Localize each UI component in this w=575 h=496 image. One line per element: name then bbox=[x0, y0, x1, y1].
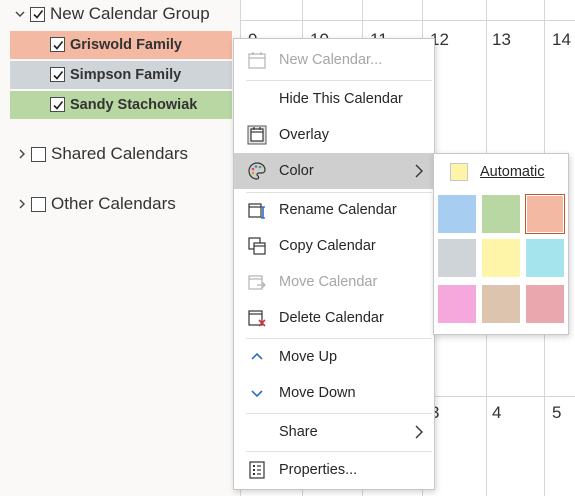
color-swatch-orange[interactable] bbox=[525, 194, 565, 234]
group-checkbox[interactable] bbox=[30, 6, 45, 22]
menu-item-label: Delete Calendar bbox=[279, 310, 384, 326]
menu-item-properties[interactable]: Properties... bbox=[234, 452, 434, 488]
delete-icon bbox=[247, 308, 267, 328]
automatic-color-option[interactable]: Automatic bbox=[434, 154, 568, 190]
menu-item-label: Move Calendar bbox=[279, 274, 378, 290]
color-swatch-green[interactable] bbox=[481, 194, 521, 234]
calendar-label: Griswold Family bbox=[70, 37, 182, 53]
calendar-label: Sandy Stachowiak bbox=[70, 97, 198, 113]
calendar-context-menu: New Calendar... Hide This Calendar Overl… bbox=[233, 38, 435, 490]
color-swatch-tan[interactable] bbox=[481, 284, 521, 324]
calendar-group-row[interactable]: New Calendar Group bbox=[13, 0, 210, 28]
chevron-right-icon bbox=[414, 425, 424, 439]
menu-item-move-down[interactable]: Move Down bbox=[234, 375, 434, 411]
calendar-checkbox[interactable] bbox=[50, 67, 65, 82]
calendar-item-simpson-family[interactable]: Simpson Family bbox=[10, 61, 232, 89]
menu-item-label: Overlay bbox=[279, 127, 329, 143]
chevron-down-icon bbox=[247, 383, 267, 403]
menu-item-label: Hide This Calendar bbox=[279, 91, 403, 107]
new-calendar-icon bbox=[247, 50, 267, 70]
color-submenu: Automatic bbox=[433, 153, 569, 335]
overlay-icon bbox=[247, 125, 267, 145]
color-swatch-gray[interactable] bbox=[437, 238, 477, 278]
menu-item-new-calendar[interactable]: New Calendar... bbox=[234, 42, 434, 78]
menu-item-label: Share bbox=[279, 424, 318, 440]
color-swatch-red[interactable] bbox=[525, 284, 565, 324]
palette-icon bbox=[247, 161, 267, 181]
menu-item-copy-calendar[interactable]: Copy Calendar bbox=[234, 228, 434, 264]
calendar-checkbox[interactable] bbox=[50, 37, 65, 52]
menu-item-label: Properties... bbox=[279, 462, 358, 478]
properties-icon bbox=[247, 460, 267, 480]
menu-item-label: Copy Calendar bbox=[279, 238, 376, 254]
calendar-group-label: New Calendar Group bbox=[50, 4, 210, 23]
calendar-folder-pane: New Calendar Group Griswold Family Simps… bbox=[0, 0, 240, 496]
calendar-item-griswold-family[interactable]: Griswold Family bbox=[10, 31, 232, 59]
menu-item-hide-this-calendar[interactable]: Hide This Calendar bbox=[234, 81, 434, 117]
menu-item-move-calendar[interactable]: Move Calendar bbox=[234, 264, 434, 300]
grid-line bbox=[240, 20, 575, 21]
color-swatch-teal[interactable] bbox=[525, 238, 565, 278]
color-swatch-yellow[interactable] bbox=[481, 238, 521, 278]
other-calendars-row[interactable]: Other Calendars bbox=[15, 190, 176, 218]
chevron-right-icon bbox=[414, 164, 424, 178]
rename-icon bbox=[247, 200, 267, 220]
shared-calendars-label: Shared Calendars bbox=[51, 144, 189, 163]
date-cell-number[interactable]: 13 bbox=[492, 30, 511, 50]
date-cell-number[interactable]: 14 bbox=[552, 30, 571, 50]
color-swatch-pink[interactable] bbox=[437, 284, 477, 324]
date-cell-number[interactable]: 5 bbox=[552, 403, 561, 423]
menu-item-move-up[interactable]: Move Up bbox=[234, 339, 434, 375]
shared-calendars-row[interactable]: Shared Calendars bbox=[15, 140, 188, 168]
calendar-item-sandy-stachowiak[interactable]: Sandy Stachowiak bbox=[10, 91, 232, 119]
menu-item-label: Move Down bbox=[279, 385, 356, 401]
menu-item-rename-calendar[interactable]: Rename Calendar bbox=[234, 192, 434, 228]
copy-icon bbox=[247, 236, 267, 256]
calendar-checkbox[interactable] bbox=[50, 97, 65, 112]
menu-item-overlay[interactable]: Overlay bbox=[234, 117, 434, 153]
menu-item-share[interactable]: Share bbox=[234, 414, 434, 450]
calendar-label: Simpson Family bbox=[70, 67, 182, 83]
chevron-right-icon[interactable] bbox=[15, 147, 29, 161]
date-cell-number[interactable]: 4 bbox=[492, 403, 501, 423]
other-calendars-checkbox[interactable] bbox=[31, 196, 46, 212]
menu-item-label: New Calendar... bbox=[279, 52, 383, 68]
menu-item-label: Move Up bbox=[279, 349, 338, 365]
chevron-up-icon bbox=[247, 347, 267, 367]
automatic-color-label: Automatic bbox=[480, 164, 545, 180]
menu-item-color[interactable]: Color bbox=[234, 153, 434, 189]
chevron-right-icon[interactable] bbox=[15, 197, 29, 211]
color-swatch-blue[interactable] bbox=[437, 194, 477, 234]
other-calendars-label: Other Calendars bbox=[51, 194, 176, 213]
menu-item-label: Rename Calendar bbox=[279, 202, 397, 218]
chevron-down-icon[interactable] bbox=[13, 7, 27, 21]
menu-item-delete-calendar[interactable]: Delete Calendar bbox=[234, 300, 434, 336]
move-icon bbox=[247, 272, 267, 292]
automatic-color-swatch bbox=[450, 163, 468, 181]
menu-item-label: Color bbox=[279, 163, 314, 179]
shared-calendars-checkbox[interactable] bbox=[31, 146, 46, 162]
